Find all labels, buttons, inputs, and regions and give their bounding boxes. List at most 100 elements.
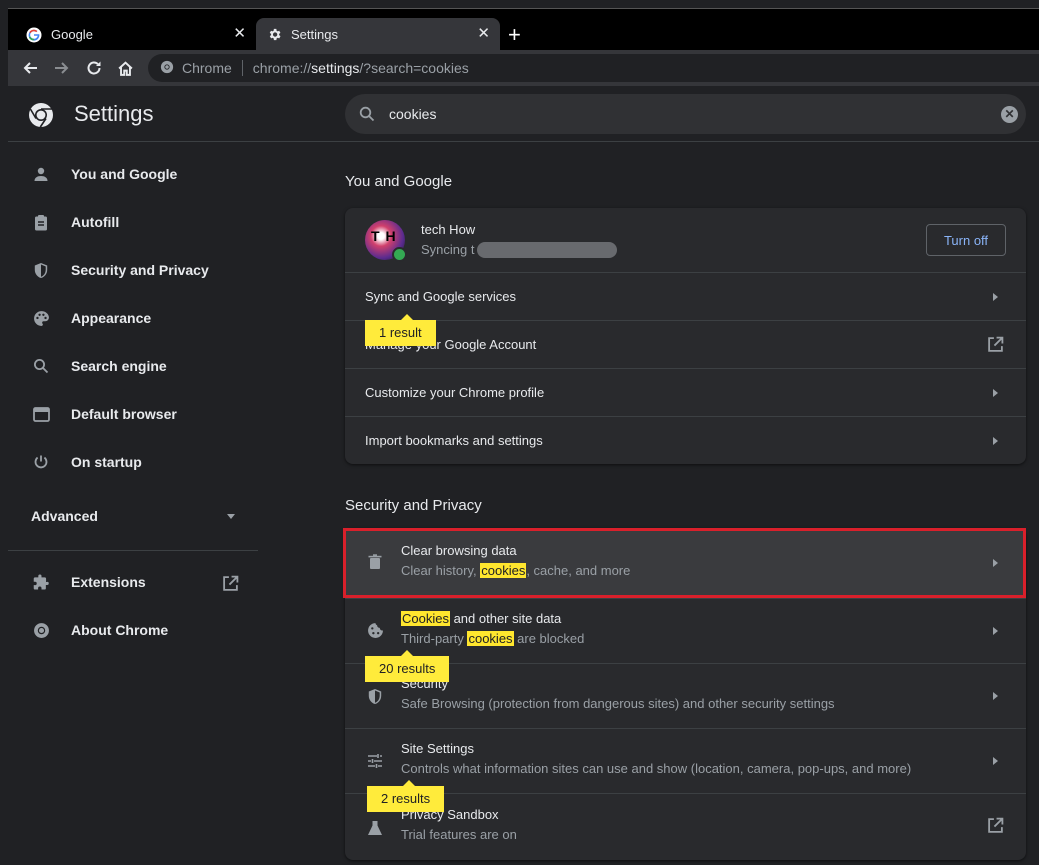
sidebar-item-you-and-google[interactable]: You and Google (8, 150, 258, 198)
sidebar-item-label: About Chrome (71, 622, 169, 638)
close-icon[interactable]: ✕ (477, 26, 490, 42)
sidebar-item-label: Default browser (71, 406, 177, 422)
sidebar-item-on-startup[interactable]: On startup (8, 438, 258, 486)
search-result-bubble: 20 results (365, 650, 450, 682)
turn-off-sync-button[interactable]: Turn off (926, 224, 1006, 256)
advanced-label: Advanced (31, 508, 98, 524)
sidebar-item-autofill[interactable]: Autofill (8, 198, 258, 246)
cookies-site-data-row[interactable]: Cookies and other site data Third-party … (345, 598, 1026, 663)
sidebar-item-label: Security and Privacy (71, 262, 209, 278)
sidebar-item-search-engine[interactable]: Search engine (8, 342, 258, 390)
customize-profile-row[interactable]: Customize your Chrome profile (345, 368, 1026, 416)
url-text: chrome://settings/?search=cookies (253, 60, 469, 76)
account-name: tech How (421, 222, 476, 237)
search-result-bubble: 2 results (367, 780, 445, 812)
power-icon (32, 453, 50, 471)
url-path: /?search=cookies (359, 60, 469, 76)
red-callout-box (343, 528, 1026, 598)
chrome-logo-icon (32, 621, 50, 639)
person-icon (32, 165, 50, 183)
omnibox-divider (241, 60, 243, 76)
sync-badge-icon (392, 247, 407, 262)
tune-sliders-icon (365, 751, 385, 771)
row-subtitle: Third-party cookies are blocked (401, 631, 584, 646)
privacy-sandbox-row[interactable]: Privacy Sandbox Trial features are on (345, 793, 1026, 860)
avatar: T H (365, 220, 407, 262)
browser-window-icon (32, 405, 50, 423)
sync-status: Syncing t (421, 242, 475, 257)
settings-search-box: ✕ (345, 94, 1026, 134)
title-text: and other site data (449, 611, 562, 626)
open-in-new-icon[interactable] (222, 575, 239, 597)
avatar-initials: T H (371, 228, 397, 244)
chevron-right-icon (993, 293, 998, 301)
settings-sidebar: You and Google Autofill Security and Pri… (8, 142, 258, 865)
cookie-icon (365, 620, 385, 640)
tab-title: Settings (291, 27, 338, 42)
sidebar-item-label: Appearance (71, 310, 152, 326)
section-title-security-privacy: Security and Privacy (345, 497, 482, 514)
settings-header: Settings ✕ (8, 86, 1039, 142)
sidebar-item-label: Autofill (71, 214, 120, 230)
home-icon[interactable] (115, 58, 135, 78)
search-highlight: Cookies (401, 611, 450, 626)
search-result-bubble: 1 result (365, 314, 436, 346)
back-arrow-icon[interactable] (20, 58, 40, 78)
url-prefix: chrome:// (252, 60, 312, 76)
search-icon (359, 106, 375, 127)
row-subtitle: Safe Browsing (protection from dangerous… (401, 696, 835, 711)
gear-icon (266, 27, 282, 43)
tab-settings[interactable]: Settings ✕ (256, 18, 500, 51)
new-tab-plus-icon[interactable]: + (508, 24, 521, 46)
manage-account-row[interactable]: Manage your Google Account (345, 320, 1026, 368)
sidebar-item-label: Extensions (71, 574, 146, 590)
page-title: Settings (74, 101, 154, 126)
tab-title: Google (51, 27, 93, 42)
address-bar[interactable]: Chrome chrome://settings/?search=cookies (148, 54, 1039, 82)
scheme-label: Chrome (182, 60, 232, 76)
subtitle-text: Third-party (401, 631, 468, 646)
chevron-right-icon (993, 437, 998, 445)
flask-icon (365, 818, 385, 838)
sidebar-item-label: Search engine (71, 358, 167, 374)
subtitle-text: are blocked (513, 631, 585, 646)
row-label: Customize your Chrome profile (365, 385, 545, 400)
sidebar-advanced-toggle[interactable]: Advanced (31, 508, 241, 524)
row-subtitle: Controls what information sites can use … (401, 761, 912, 776)
sidebar-item-appearance[interactable]: Appearance (8, 294, 258, 342)
forward-arrow-icon[interactable] (52, 58, 72, 78)
chevron-right-icon (993, 389, 998, 397)
clear-search-icon[interactable]: ✕ (1001, 106, 1018, 123)
sidebar-item-default-browser[interactable]: Default browser (8, 390, 258, 438)
section-title-you-and-google: You and Google (345, 173, 453, 190)
row-label: Import bookmarks and settings (365, 433, 543, 448)
sync-services-row[interactable]: Sync and Google services (345, 272, 1026, 320)
sidebar-item-security[interactable]: Security and Privacy (8, 246, 258, 294)
row-subtitle: Trial features are on (401, 827, 517, 842)
site-settings-row[interactable]: Site Settings Controls what information … (345, 728, 1026, 793)
security-privacy-card: Clear browsing data Clear history, cooki… (343, 528, 1026, 860)
sidebar-divider (8, 550, 258, 551)
search-input[interactable] (389, 94, 969, 134)
chevron-right-icon (993, 692, 998, 700)
chevron-down-icon (227, 514, 235, 519)
sidebar-item-label: You and Google (71, 166, 178, 182)
search-highlight: cookies (467, 631, 514, 646)
reload-icon[interactable] (84, 58, 104, 78)
google-icon (26, 27, 42, 43)
shield-icon (32, 261, 50, 279)
close-icon[interactable]: ✕ (233, 26, 246, 42)
search-icon (32, 357, 50, 375)
you-and-google-card: T H tech How Syncing t Turn off Sync and… (345, 208, 1026, 464)
sidebar-item-about-chrome[interactable]: About Chrome (8, 606, 258, 654)
import-bookmarks-row[interactable]: Import bookmarks and settings (345, 416, 1026, 464)
row-label: Sync and Google services (365, 289, 517, 304)
tab-strip: Google ✕ Settings ✕ + (8, 8, 1039, 51)
redacted-email (477, 242, 617, 258)
chrome-logo-icon (160, 60, 174, 77)
tab-google[interactable]: Google ✕ (16, 18, 256, 51)
sidebar-item-extensions[interactable]: Extensions (8, 558, 258, 606)
chevron-right-icon (993, 627, 998, 635)
clipboard-icon (32, 213, 50, 231)
account-row: T H tech How Syncing t Turn off (345, 208, 1026, 272)
